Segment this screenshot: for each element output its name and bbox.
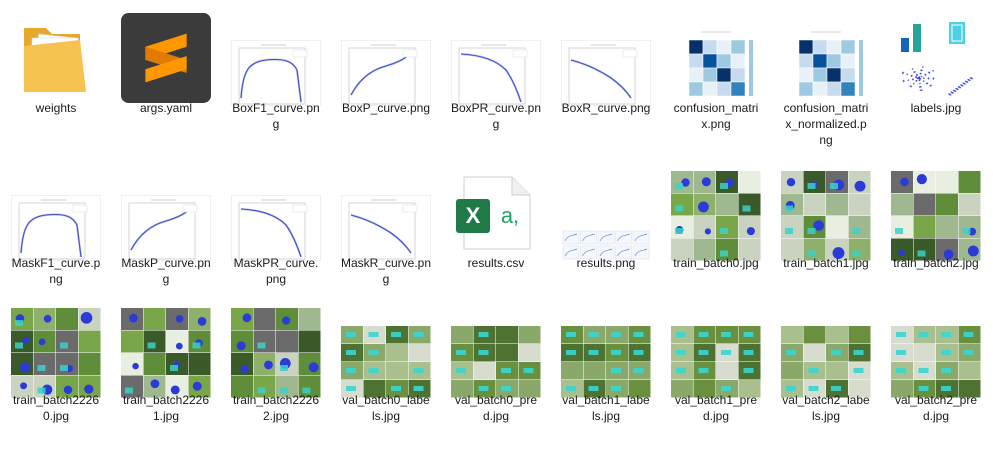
file-name: val_batch0_labe ls.jpg bbox=[342, 393, 430, 423]
file-name: weights bbox=[35, 101, 77, 115]
curve-plot-thumbnail bbox=[231, 165, 321, 261]
file-name: MaskP_curve.pn g bbox=[121, 256, 211, 286]
file-item[interactable]: confusion_matri x_normalized.p ng bbox=[775, 0, 877, 150]
file-item[interactable]: BoxR_curve.png bbox=[555, 0, 657, 150]
file-item[interactable]: confusion_matri x.png bbox=[665, 0, 767, 150]
file-item[interactable]: BoxP_curve.png bbox=[335, 0, 437, 150]
file-name: train_batch2226 1.jpg bbox=[122, 393, 210, 423]
file-item[interactable]: train_batch2226 2.jpg bbox=[225, 292, 327, 442]
file-name: BoxP_curve.png bbox=[341, 101, 431, 115]
results-thumbnail bbox=[561, 165, 651, 261]
file-item[interactable]: train_batch1.jpg bbox=[775, 155, 877, 305]
file-item[interactable]: BoxPR_curve.pn g bbox=[445, 0, 547, 150]
batch-mosaic-thumbnail bbox=[231, 302, 321, 398]
val-batch-thumbnail bbox=[561, 302, 651, 398]
file-item[interactable]: val_batch0_pre d.jpg bbox=[445, 292, 547, 442]
file-item[interactable]: MaskR_curve.pn g bbox=[335, 155, 437, 305]
file-name: BoxPR_curve.pn g bbox=[450, 101, 542, 131]
file-name: BoxF1_curve.pn g bbox=[232, 101, 320, 131]
val-batch-thumbnail bbox=[891, 302, 981, 398]
file-item[interactable]: train_batch2226 1.jpg bbox=[115, 292, 217, 442]
curve-plot-thumbnail bbox=[341, 10, 431, 106]
val-batch-thumbnail bbox=[451, 302, 541, 398]
file-name: BoxR_curve.png bbox=[561, 101, 651, 115]
file-item[interactable]: train_batch0.jpg bbox=[665, 155, 767, 305]
curve-plot-thumbnail bbox=[451, 10, 541, 106]
val-batch-thumbnail bbox=[341, 302, 431, 398]
file-name: val_batch1_pre d.jpg bbox=[674, 393, 758, 423]
file-name: val_batch1_labe ls.jpg bbox=[562, 393, 650, 423]
file-name: MaskPR_curve. png bbox=[233, 256, 319, 286]
file-item[interactable]: BoxF1_curve.pn g bbox=[225, 0, 327, 150]
curve-plot-thumbnail bbox=[231, 10, 321, 106]
labels-thumbnail bbox=[891, 10, 981, 106]
file-name: train_batch2226 2.jpg bbox=[232, 393, 320, 423]
file-name: train_batch2.jpg bbox=[893, 256, 979, 270]
file-name: MaskF1_curve.p ng bbox=[11, 256, 101, 286]
folder-icon bbox=[11, 10, 101, 106]
curve-plot-thumbnail bbox=[121, 165, 211, 261]
file-item[interactable]: args.yaml bbox=[115, 0, 217, 150]
batch-mosaic-thumbnail bbox=[891, 165, 981, 261]
file-name: val_batch0_pre d.jpg bbox=[454, 393, 538, 423]
confusion-matrix-thumbnail bbox=[671, 10, 761, 106]
file-name: labels.jpg bbox=[910, 101, 962, 115]
file-name: results.csv bbox=[467, 256, 525, 270]
batch-mosaic-thumbnail bbox=[11, 302, 101, 398]
file-item[interactable]: val_batch0_labe ls.jpg bbox=[335, 292, 437, 442]
file-item[interactable]: labels.jpg bbox=[885, 0, 987, 150]
file-item[interactable]: results.png bbox=[555, 155, 657, 305]
file-name: val_batch2_labe ls.jpg bbox=[782, 393, 870, 423]
file-item[interactable]: MaskP_curve.pn g bbox=[115, 155, 217, 305]
file-name: val_batch2_pre d.jpg bbox=[894, 393, 978, 423]
file-name: confusion_matri x_normalized.p ng bbox=[783, 101, 869, 147]
file-item[interactable]: X a, results.csv bbox=[445, 155, 547, 305]
val-batch-thumbnail bbox=[781, 302, 871, 398]
excel-glyph: X bbox=[466, 203, 481, 228]
sublime-text-icon bbox=[121, 10, 211, 106]
file-name: confusion_matri x.png bbox=[673, 101, 759, 131]
file-item[interactable]: weights bbox=[5, 0, 107, 150]
file-name: MaskR_curve.pn g bbox=[340, 256, 432, 286]
excel-icon: X a, bbox=[451, 165, 541, 261]
batch-mosaic-thumbnail bbox=[121, 302, 211, 398]
batch-mosaic-thumbnail bbox=[671, 165, 761, 261]
batch-mosaic-thumbnail bbox=[781, 165, 871, 261]
file-item[interactable]: train_batch2226 0.jpg bbox=[5, 292, 107, 442]
file-item[interactable]: val_batch1_pre d.jpg bbox=[665, 292, 767, 442]
file-name: train_batch0.jpg bbox=[673, 256, 759, 270]
file-item[interactable]: train_batch2.jpg bbox=[885, 155, 987, 305]
file-item[interactable]: val_batch2_labe ls.jpg bbox=[775, 292, 877, 442]
curve-plot-thumbnail bbox=[561, 10, 651, 106]
curve-plot-thumbnail bbox=[11, 165, 101, 261]
file-grid: weights args.yaml BoxF1_curve.pn g BoxP_… bbox=[0, 0, 993, 468]
file-name: train_batch1.jpg bbox=[783, 256, 869, 270]
file-item[interactable]: val_batch1_labe ls.jpg bbox=[555, 292, 657, 442]
file-item[interactable]: val_batch2_pre d.jpg bbox=[885, 292, 987, 442]
file-name: args.yaml bbox=[139, 101, 192, 115]
val-batch-thumbnail bbox=[671, 302, 761, 398]
curve-plot-thumbnail bbox=[341, 165, 431, 261]
file-item[interactable]: MaskPR_curve. png bbox=[225, 155, 327, 305]
excel-suffix: a, bbox=[501, 203, 519, 228]
file-name: train_batch2226 0.jpg bbox=[12, 393, 100, 423]
file-item[interactable]: MaskF1_curve.p ng bbox=[5, 155, 107, 305]
file-name: results.png bbox=[576, 256, 636, 270]
confusion-matrix-thumbnail bbox=[781, 10, 871, 106]
